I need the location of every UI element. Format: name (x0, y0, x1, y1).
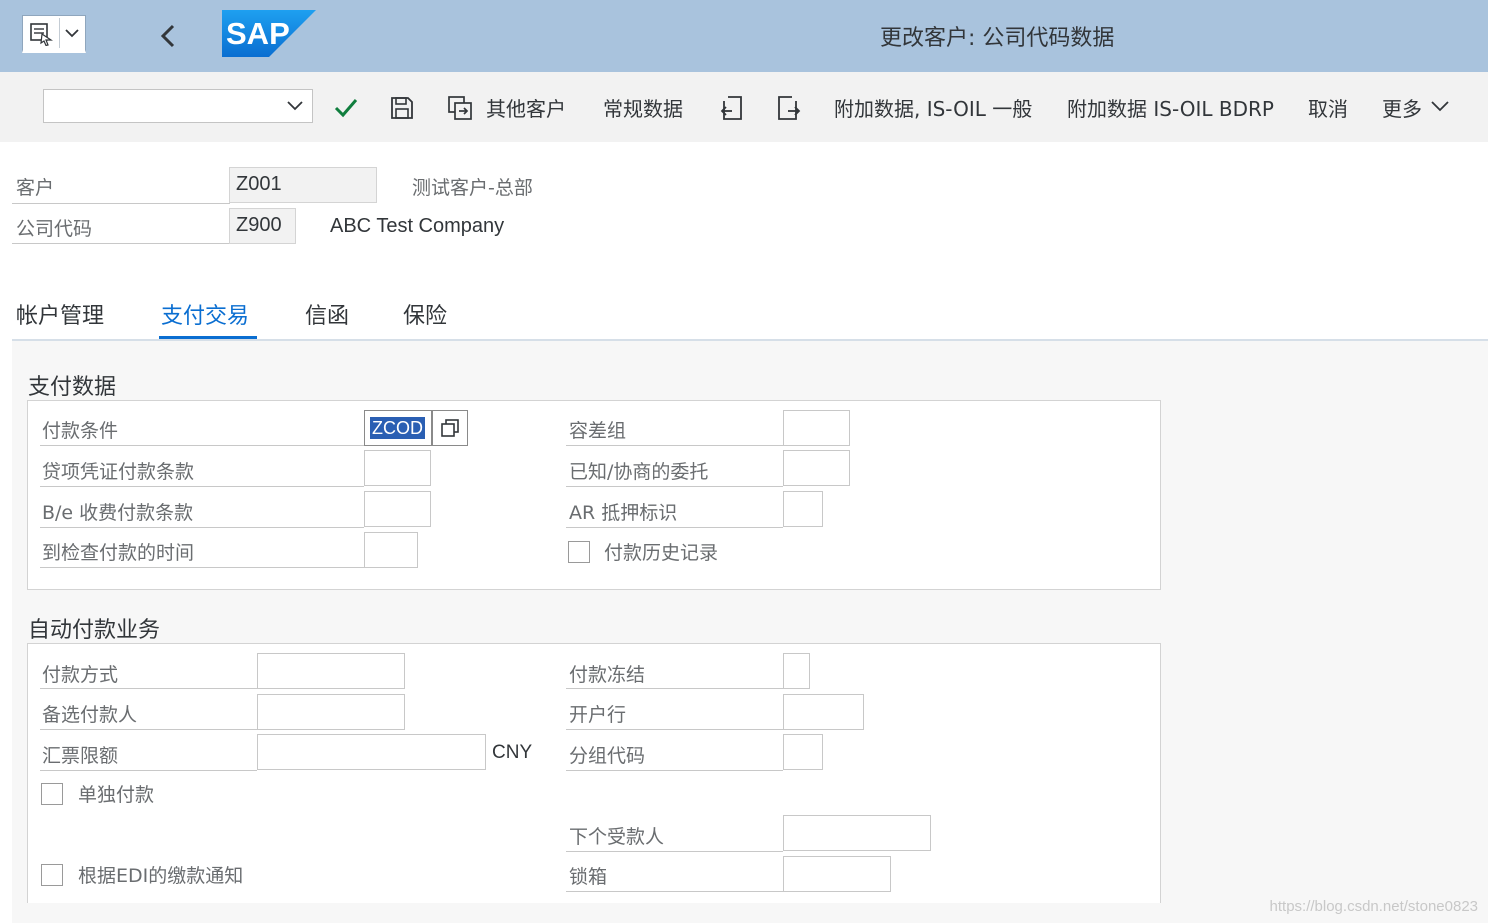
value-help-button[interactable] (432, 410, 468, 446)
automatic-payment-title: 自动付款业务 (28, 618, 161, 643)
next-payee-field[interactable] (783, 815, 931, 851)
customer-label-underline (12, 203, 230, 204)
be-charges-terms-underline (40, 527, 364, 528)
more-label: 更多 (1382, 97, 1422, 121)
lockbox-label: 锁箱 (569, 866, 608, 888)
chevron-down-icon (65, 29, 79, 38)
grouping-key-label: 分组代码 (569, 745, 646, 767)
known-negotiated-leave-underline (566, 486, 783, 487)
be-charges-terms-field[interactable] (364, 491, 431, 527)
payment-block-field[interactable] (783, 653, 810, 689)
title-bar: SAP 更改客户: 公司代码数据 (0, 0, 1488, 72)
next-screen-icon[interactable] (774, 94, 802, 122)
tolerance-group-field[interactable] (783, 410, 850, 446)
payment-methods-field[interactable] (257, 653, 405, 689)
house-bank-label: 开户行 (569, 704, 627, 726)
more-button[interactable]: 更多 (1382, 93, 1449, 122)
company-code-label-underline (12, 243, 230, 244)
other-customer-button[interactable]: 其他客户 (486, 93, 566, 122)
save-icon[interactable] (388, 94, 416, 122)
next-payee-underline (566, 851, 783, 852)
previous-screen-icon[interactable] (718, 94, 746, 122)
customer-field[interactable]: Z001 (229, 167, 377, 203)
known-negotiated-leave-label: 已知/协商的委托 (569, 461, 709, 483)
chevron-down-icon[interactable] (286, 99, 304, 113)
known-negotiated-leave-field[interactable] (783, 450, 850, 486)
ar-pledging-label: AR 抵押标识 (569, 502, 678, 524)
tab-payment-transactions[interactable]: 支付交易 (161, 298, 249, 330)
application-toolbar: 其他客户 常规数据 附加数据, IS-OIL 一般 附加数据 IS-OIL BD… (0, 72, 1488, 142)
switch-object-icon[interactable] (446, 94, 474, 122)
menu-separator (59, 18, 60, 48)
alternative-payer-field[interactable] (257, 694, 405, 730)
credit-memo-terms-label: 贷项凭证付款条款 (42, 461, 195, 483)
individual-payment-checkbox[interactable] (41, 783, 63, 805)
checkmark-icon[interactable] (332, 94, 360, 122)
payment-block-label: 付款冻结 (569, 664, 646, 686)
bill-of-exchange-limit-field[interactable] (257, 734, 486, 770)
check-cashing-time-field[interactable] (364, 532, 418, 568)
customer-description: 测试客户-总部 (412, 177, 533, 199)
menu-button[interactable] (22, 15, 86, 53)
house-bank-field[interactable] (783, 694, 864, 730)
additional-data-oil-general-button[interactable]: 附加数据, IS-OIL 一般 (834, 93, 1032, 122)
tolerance-group-label: 容差组 (569, 420, 627, 442)
credit-memo-terms-underline (40, 486, 364, 487)
general-data-button[interactable]: 常规数据 (603, 93, 683, 122)
chevron-down-icon (1431, 101, 1449, 112)
grouping-key-underline (566, 770, 783, 771)
company-description: ABC Test Company (330, 215, 505, 237)
tab-account-management[interactable]: 帐户管理 (16, 298, 104, 330)
additional-data-oil-bdrp-button[interactable]: 附加数据 IS-OIL BDRP (1067, 93, 1274, 122)
window-title: 更改客户: 公司代码数据 (880, 26, 1115, 51)
next-payee-label: 下个受款人 (569, 826, 665, 848)
individual-payment-label: 单独付款 (78, 784, 155, 806)
company-code-label: 公司代码 (16, 218, 93, 240)
back-arrow-icon[interactable] (154, 20, 182, 52)
edi-payment-advice-checkbox[interactable] (41, 864, 63, 886)
credit-memo-terms-field[interactable] (364, 450, 431, 486)
payment-data-title: 支付数据 (28, 375, 117, 400)
payment-history-checkbox[interactable] (568, 541, 590, 563)
payment-block-underline (566, 688, 783, 689)
grouping-key-field[interactable] (783, 734, 823, 770)
menu-icon (30, 23, 53, 46)
check-cashing-time-label: 到检查付款的时间 (42, 542, 195, 564)
alternative-payer-underline (40, 729, 257, 730)
command-field[interactable] (43, 89, 313, 123)
payment-methods-underline (40, 688, 257, 689)
value-help-icon (441, 419, 459, 437)
bill-of-exchange-limit-label: 汇票限额 (42, 745, 119, 767)
lockbox-field[interactable] (783, 856, 891, 892)
payment-terms-label: 付款条件 (42, 420, 119, 442)
payment-methods-label: 付款方式 (42, 664, 119, 686)
payment-terms-underline (40, 445, 364, 446)
payment-terms-field[interactable]: ZCOD (364, 410, 432, 446)
tolerance-group-underline (566, 445, 783, 446)
cancel-button[interactable]: 取消 (1308, 93, 1348, 122)
tab-insurance[interactable]: 保险 (403, 298, 447, 330)
alternative-payer-label: 备选付款人 (42, 704, 138, 726)
currency-label: CNY (492, 742, 533, 763)
be-charges-terms-label: B/e 收费付款条款 (42, 502, 194, 524)
company-code-field[interactable]: Z900 (229, 208, 296, 244)
customer-label: 客户 (16, 177, 55, 199)
payment-terms-value: ZCOD (370, 417, 425, 439)
watermark: https://blog.csdn.net/stone0823 (1269, 898, 1478, 915)
edi-payment-advice-label: 根据EDI的缴款通知 (78, 865, 244, 887)
ar-pledging-underline (566, 527, 783, 528)
payment-history-label: 付款历史记录 (604, 542, 719, 564)
sap-logo-text: SAP (226, 16, 290, 51)
check-cashing-time-underline (40, 567, 364, 568)
bill-of-exchange-limit-underline (40, 770, 257, 771)
tab-correspondence[interactable]: 信函 (305, 298, 349, 330)
ar-pledging-field[interactable] (783, 491, 823, 527)
house-bank-underline (566, 729, 783, 730)
sap-logo: SAP (222, 10, 316, 57)
lockbox-underline (566, 891, 783, 892)
